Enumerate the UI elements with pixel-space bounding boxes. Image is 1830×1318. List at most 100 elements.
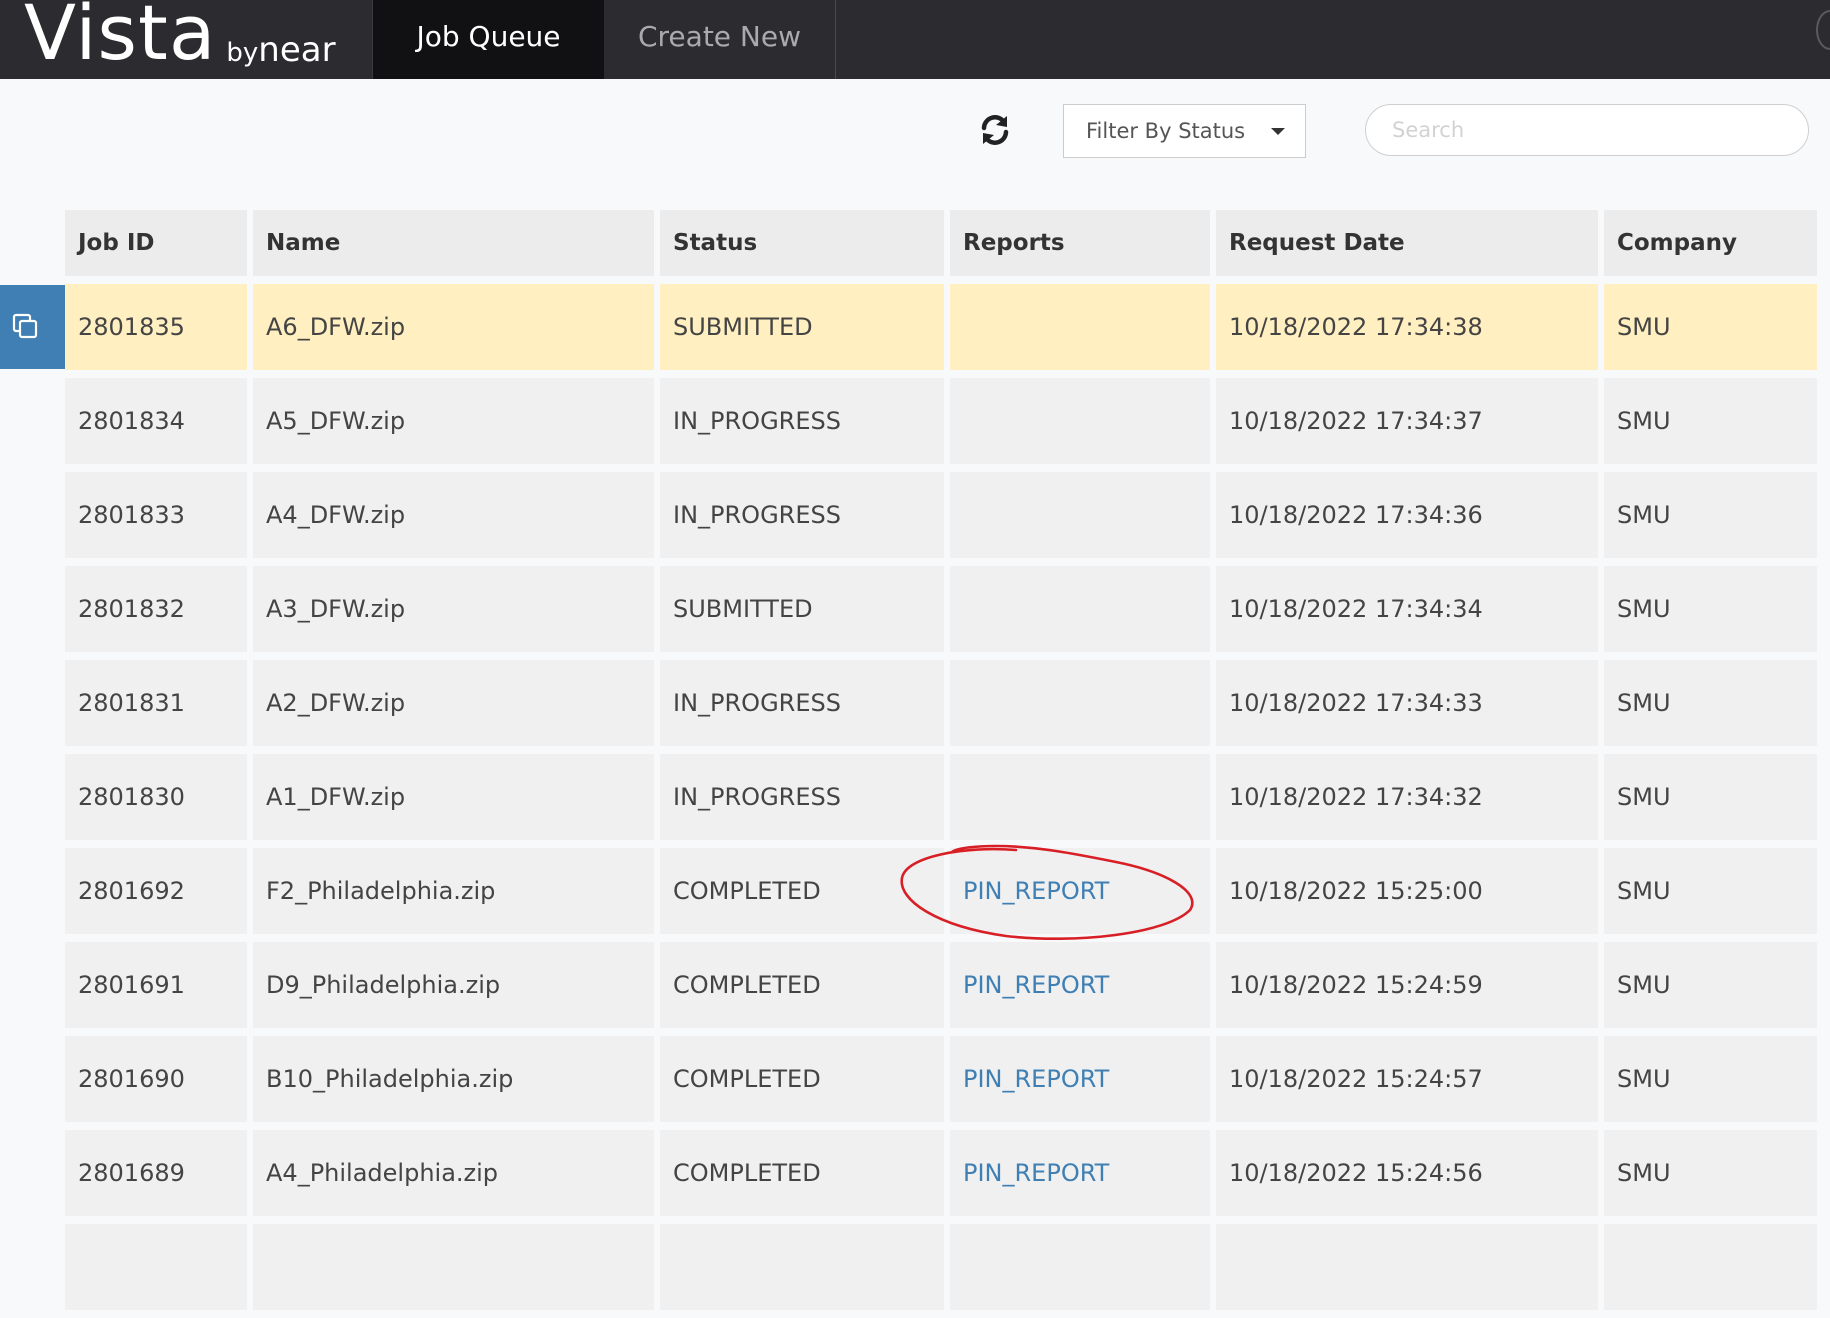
table-row[interactable]: 2801833 A4_DFW.zip IN_PROGRESS 10/18/202… <box>65 472 1817 566</box>
cell-request-date: 10/18/2022 17:34:32 <box>1216 754 1598 840</box>
cell-request-date: 10/18/2022 15:24:56 <box>1216 1130 1598 1216</box>
cell-status: IN_PROGRESS <box>660 472 944 558</box>
cell-reports <box>950 1224 1210 1310</box>
report-link[interactable]: PIN_REPORT <box>963 1159 1109 1187</box>
caret-down-icon <box>1271 128 1285 135</box>
table-row[interactable]: 2801835 A6_DFW.zip SUBMITTED 10/18/2022 … <box>65 284 1817 378</box>
window-corner-decoration <box>1816 10 1830 50</box>
column-header-job-id[interactable]: Job ID <box>65 210 247 276</box>
cell-request-date: 10/18/2022 17:34:38 <box>1216 284 1598 370</box>
copy-icon <box>12 313 38 339</box>
cell-job-id: 2801832 <box>65 566 247 652</box>
filter-by-status-select[interactable]: Filter By Status <box>1063 104 1306 158</box>
job-queue-table: Job ID Name Status Reports Request Date … <box>65 210 1817 1318</box>
cell-company: SMU <box>1604 566 1817 652</box>
cell-name: D9_Philadelphia.zip <box>253 942 654 1028</box>
filter-select-value: Filter By Status <box>1086 119 1246 143</box>
cell-name: A1_DFW.zip <box>253 754 654 840</box>
tab-job-queue[interactable]: Job Queue <box>372 0 605 79</box>
cell-request-date: 10/18/2022 17:34:33 <box>1216 660 1598 746</box>
table-row[interactable]: 2801691 D9_Philadelphia.zip COMPLETED PI… <box>65 942 1817 1036</box>
cell-status: COMPLETED <box>660 1036 944 1122</box>
column-header-name[interactable]: Name <box>253 210 654 276</box>
cell-reports <box>950 754 1210 840</box>
cell-job-id: 2801830 <box>65 754 247 840</box>
table-row[interactable]: 2801832 A3_DFW.zip SUBMITTED 10/18/2022 … <box>65 566 1817 660</box>
cell-reports: PIN_REPORT <box>950 1036 1210 1122</box>
cell-job-id: 2801691 <box>65 942 247 1028</box>
column-header-reports[interactable]: Reports <box>950 210 1210 276</box>
cell-status: COMPLETED <box>660 848 944 934</box>
cell-company: SMU <box>1604 754 1817 840</box>
table-row[interactable]: 2801692 F2_Philadelphia.zip COMPLETED PI… <box>65 848 1817 942</box>
cell-reports <box>950 284 1210 370</box>
cell-company: SMU <box>1604 472 1817 558</box>
column-header-request-date[interactable]: Request Date <box>1216 210 1598 276</box>
cell-reports <box>950 378 1210 464</box>
cell-name: B10_Philadelphia.zip <box>253 1036 654 1122</box>
cell-job-id: 2801692 <box>65 848 247 934</box>
cell-name: A4_Philadelphia.zip <box>253 1130 654 1216</box>
report-link[interactable]: PIN_REPORT <box>963 1065 1109 1093</box>
cell-company: SMU <box>1604 942 1817 1028</box>
cell-status: IN_PROGRESS <box>660 378 944 464</box>
report-link[interactable]: PIN_REPORT <box>963 877 1109 905</box>
cell-status: IN_PROGRESS <box>660 660 944 746</box>
cell-status <box>660 1224 944 1310</box>
cell-status: COMPLETED <box>660 1130 944 1216</box>
cell-status: IN_PROGRESS <box>660 754 944 840</box>
cell-reports: PIN_REPORT <box>950 942 1210 1028</box>
cell-company: SMU <box>1604 378 1817 464</box>
cell-request-date <box>1216 1224 1598 1310</box>
cell-name: A2_DFW.zip <box>253 660 654 746</box>
cell-reports <box>950 472 1210 558</box>
cell-request-date: 10/18/2022 17:34:37 <box>1216 378 1598 464</box>
table-row[interactable]: 2801830 A1_DFW.zip IN_PROGRESS 10/18/202… <box>65 754 1817 848</box>
table-row[interactable] <box>65 1224 1817 1318</box>
cell-job-id: 2801831 <box>65 660 247 746</box>
cell-job-id: 2801835 <box>65 284 247 370</box>
cell-reports <box>950 566 1210 652</box>
brand-subtitle: bynear <box>226 30 336 70</box>
cell-job-id: 2801834 <box>65 378 247 464</box>
cell-request-date: 10/18/2022 15:24:57 <box>1216 1036 1598 1122</box>
cell-reports: PIN_REPORT <box>950 1130 1210 1216</box>
row-select-marker[interactable] <box>0 285 67 369</box>
cell-request-date: 10/18/2022 17:34:34 <box>1216 566 1598 652</box>
column-header-status[interactable]: Status <box>660 210 944 276</box>
vista-logo[interactable]: Vista bynear <box>24 0 336 79</box>
tab-create-new[interactable]: Create New <box>604 0 836 79</box>
table-row[interactable]: 2801689 A4_Philadelphia.zip COMPLETED PI… <box>65 1130 1817 1224</box>
cell-name: A4_DFW.zip <box>253 472 654 558</box>
cell-company <box>1604 1224 1817 1310</box>
table-header-row: Job ID Name Status Reports Request Date … <box>65 210 1817 284</box>
cell-name <box>253 1224 654 1310</box>
cell-job-id: 2801690 <box>65 1036 247 1122</box>
cell-company: SMU <box>1604 848 1817 934</box>
cell-job-id: 2801689 <box>65 1130 247 1216</box>
cell-job-id <box>65 1224 247 1310</box>
table-row[interactable]: 2801831 A2_DFW.zip IN_PROGRESS 10/18/202… <box>65 660 1817 754</box>
cell-status: SUBMITTED <box>660 566 944 652</box>
cell-request-date: 10/18/2022 17:34:36 <box>1216 472 1598 558</box>
cell-request-date: 10/18/2022 15:25:00 <box>1216 848 1598 934</box>
cell-reports <box>950 660 1210 746</box>
brand-name: Vista <box>24 0 217 77</box>
report-link[interactable]: PIN_REPORT <box>963 971 1109 999</box>
column-header-company[interactable]: Company <box>1604 210 1817 276</box>
refresh-icon <box>981 115 1009 145</box>
cell-company: SMU <box>1604 1130 1817 1216</box>
table-row[interactable]: 2801690 B10_Philadelphia.zip COMPLETED P… <box>65 1036 1817 1130</box>
cell-company: SMU <box>1604 660 1817 746</box>
cell-status: COMPLETED <box>660 942 944 1028</box>
cell-job-id: 2801833 <box>65 472 247 558</box>
cell-name: F2_Philadelphia.zip <box>253 848 654 934</box>
top-nav-bar: Vista bynear Job Queue Create New <box>0 0 1830 79</box>
cell-name: A5_DFW.zip <box>253 378 654 464</box>
refresh-button[interactable] <box>978 113 1018 153</box>
table-row[interactable]: 2801834 A5_DFW.zip IN_PROGRESS 10/18/202… <box>65 378 1817 472</box>
cell-company: SMU <box>1604 284 1817 370</box>
cell-status: SUBMITTED <box>660 284 944 370</box>
cell-name: A6_DFW.zip <box>253 284 654 370</box>
search-input[interactable] <box>1365 104 1809 156</box>
